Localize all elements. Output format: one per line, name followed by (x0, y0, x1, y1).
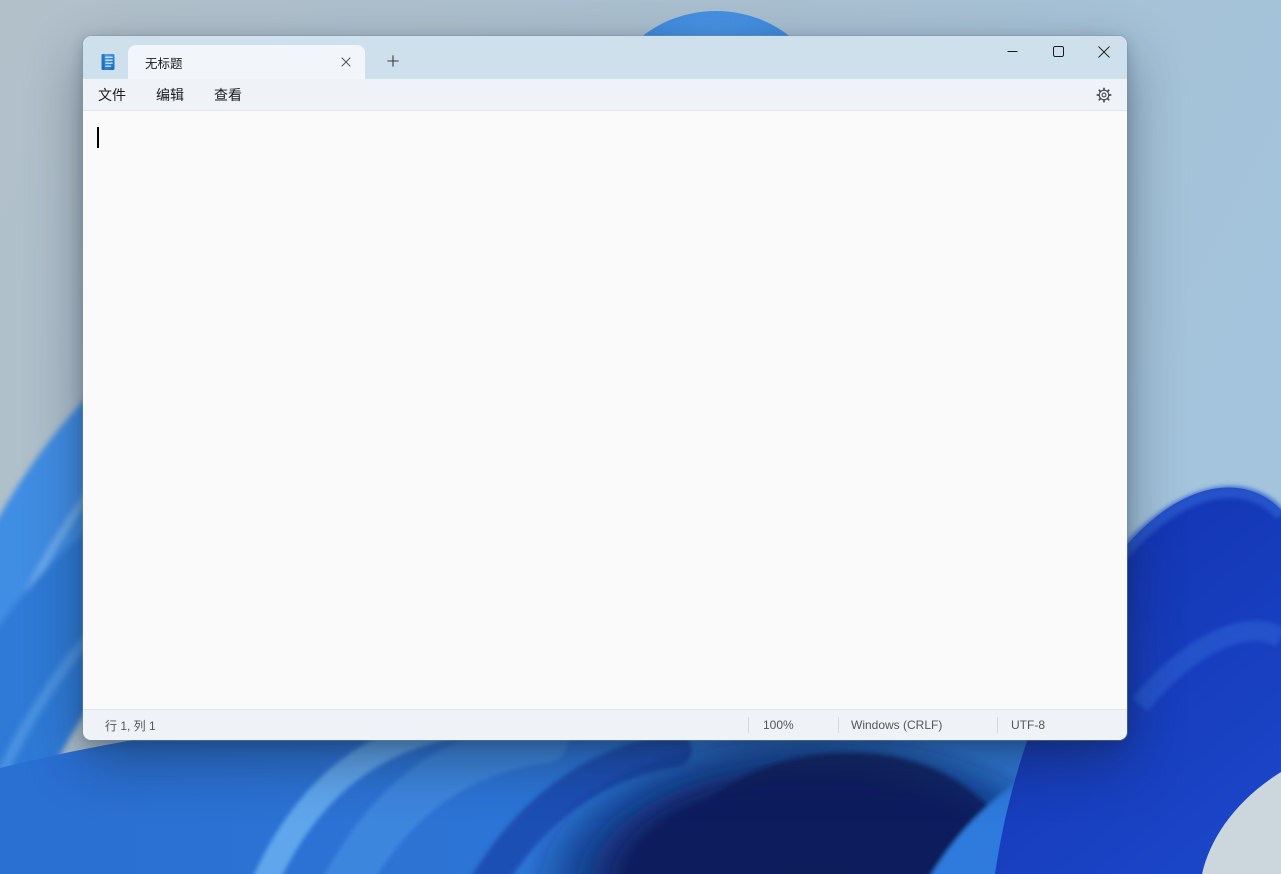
titlebar[interactable]: 无标题 (83, 36, 1127, 79)
minimize-icon (1007, 46, 1018, 57)
menu-view[interactable]: 查看 (206, 82, 250, 108)
zoom-level[interactable]: 100% (748, 717, 838, 733)
text-caret (97, 127, 99, 148)
maximize-icon (1053, 46, 1064, 57)
window-controls (989, 36, 1127, 67)
close-button[interactable] (1081, 36, 1127, 67)
maximize-button[interactable] (1035, 36, 1081, 67)
statusbar: 行 1, 列 1 100% Windows (CRLF) UTF-8 (83, 709, 1127, 740)
notepad-icon (99, 52, 117, 72)
encoding[interactable]: UTF-8 (997, 717, 1127, 733)
new-tab-button[interactable] (379, 47, 407, 75)
tab-title: 无标题 (145, 53, 335, 72)
plus-icon (387, 55, 399, 67)
cursor-position: 行 1, 列 1 (83, 717, 748, 734)
text-editor[interactable] (83, 111, 1127, 709)
close-icon (1098, 46, 1110, 58)
minimize-button[interactable] (989, 36, 1035, 67)
menu-file[interactable]: 文件 (90, 82, 134, 108)
desktop: 无标题 (0, 0, 1281, 874)
settings-button[interactable] (1087, 82, 1121, 108)
gear-icon (1096, 87, 1112, 103)
menu-edit[interactable]: 编辑 (148, 82, 192, 108)
tab-untitled[interactable]: 无标题 (128, 45, 365, 79)
menubar: 文件 编辑 查看 (83, 79, 1127, 111)
tab-close-button[interactable] (335, 51, 357, 73)
close-icon (341, 57, 351, 67)
line-ending[interactable]: Windows (CRLF) (838, 717, 997, 733)
notepad-window: 无标题 (83, 36, 1127, 740)
